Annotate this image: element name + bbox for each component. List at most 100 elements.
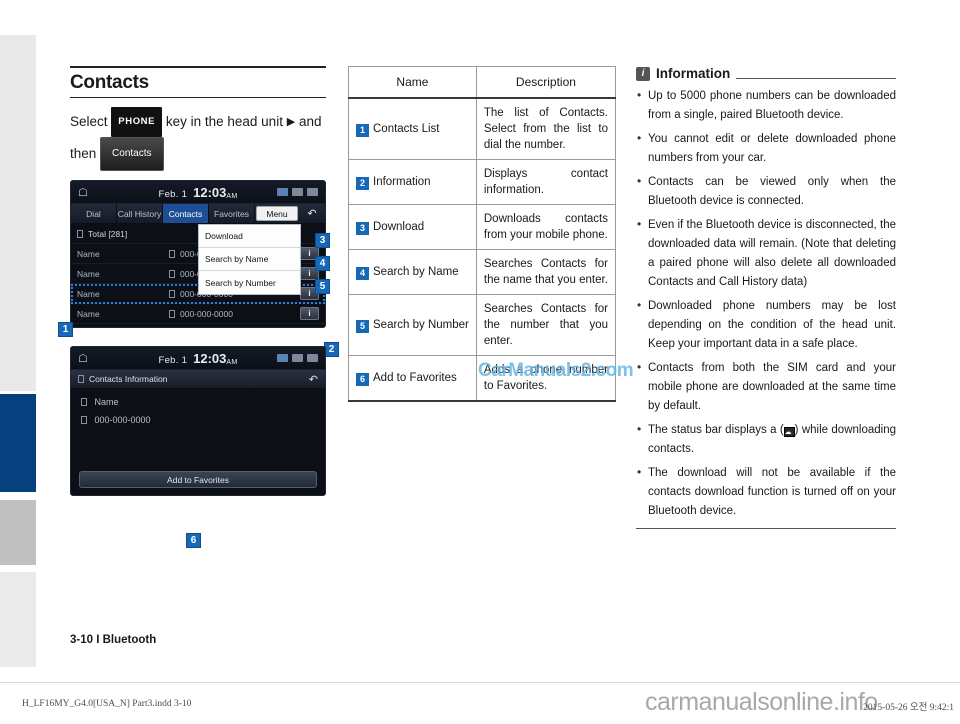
middle-column: Name Description 1 Contacts List The list… [348,66,617,402]
contact-info-title: Contacts Information [89,374,168,384]
phone-icon [169,269,175,278]
imprint-timestamp: 2015-05-26 오전 9:42:1 [863,703,954,713]
battery-icon [292,188,303,196]
table-row: 5 Search by Number Searches Contacts for … [348,294,617,356]
table-row: 4 Search by Name Searches Contacts for th… [348,249,617,295]
column-header-name: Name [348,66,477,99]
bluetooth-icon [277,354,288,362]
contact-info-button[interactable]: i [300,307,319,320]
watermark-bottom: carmanualsonline.info [645,688,878,716]
phone-icon [169,249,175,258]
callout-1: 1 [58,322,73,337]
phone-icon [169,309,175,318]
table-row: 3 Download Downloads contacts from your m… [348,204,617,250]
callout-badge: 6 [356,373,369,386]
row-name-cell: 5 Search by Number [348,294,477,356]
information-bullet-status-bar: The status bar displays a (☁) while down… [636,420,896,459]
status-icons [277,188,318,196]
status-ampm: AM [226,358,238,366]
controls-description-table: Name Description 1 Contacts List The list… [348,66,617,402]
row-description-cell: Searches Contacts for the number that yo… [475,294,617,356]
intro-after-arrow: and [298,114,322,129]
contact-row[interactable]: Name 000-000-0000 i [71,304,325,324]
signal-icon [307,354,318,362]
callout-badge: 5 [356,320,369,333]
rail-segment-bottom [0,572,36,667]
rail-segment-top [0,35,36,391]
right-column: i Information Up to 5000 phone numbers c… [636,66,896,529]
watermark-middle: CarManuals2.com [478,360,634,381]
information-bullet: Contacts can be viewed only when the Blu… [636,172,896,211]
callout-2: 2 [324,342,339,357]
status-date: Feb. 1 [158,354,188,366]
information-header: i Information [636,66,896,81]
callout-badge: 1 [356,124,369,137]
phone-icon [81,416,87,424]
callout-badge: 3 [356,222,369,235]
footer-divider [0,682,960,683]
table-row: 2 Information Displays contact informatio… [348,159,617,205]
contacts-dropdown-menu: Download Search by Name Search by Number [198,224,301,295]
tab-call-history[interactable]: Call History [117,204,163,223]
rail-segment-gray [0,500,36,565]
row-description-cell: Downloads contacts from your mobile phon… [475,204,617,250]
tab-favorites[interactable]: Favorites [209,204,255,223]
contact-name: Name [77,248,100,259]
phone-key-button[interactable]: PHONE [111,107,163,137]
information-bullet: Even if the Bluetooth device is disconne… [636,215,896,292]
info-icon: i [636,66,650,81]
information-title: Information [656,66,731,81]
intro-before: Select [70,114,108,129]
information-bullet: Downloaded phone numbers may be lost dep… [636,296,896,354]
status-bar: ☖ Feb. 1 12:03AM [71,347,325,370]
contacts-key-button[interactable]: Contacts [100,137,164,171]
contact-name: Name [77,308,100,319]
table-header-row: Name Description [348,66,617,99]
add-to-favorites-button[interactable]: Add to Favorites [79,471,317,488]
person-icon [81,398,87,406]
head-unit-screenshot-contact-info: ☖ Feb. 1 12:03AM Contacts Information ↶ [70,346,326,496]
contact-info-number: 000-000-0000 [71,407,325,425]
information-bullet: The download will not be available if th… [636,463,896,521]
menu-item-download[interactable]: Download [199,225,300,248]
information-bullet: Up to 5000 phone numbers can be download… [636,86,896,125]
contact-info-button[interactable]: i [300,327,319,328]
contact-row[interactable]: Name 000-000-0000 i [71,324,325,328]
list-icon [77,229,83,238]
back-icon[interactable]: ↶ [299,204,325,223]
information-header-rule [736,77,896,79]
callout-badge: 4 [356,267,369,280]
tab-contacts[interactable]: Contacts [163,204,209,223]
page-title: Contacts [70,72,149,93]
contact-info-header: Contacts Information ↶ [71,370,325,389]
tab-dial[interactable]: Dial [71,204,117,223]
contacts-total-label: Total [281] [88,228,128,239]
callout-3: 3 [315,233,330,248]
contact-name: Name [77,288,100,299]
play-arrow-icon: ▶ [286,116,296,128]
callout-4: 4 [315,256,330,271]
row-name-cell: 2 Information [348,159,477,205]
bluetooth-icon [277,188,288,196]
tab-menu[interactable]: Menu [256,206,298,221]
rail-segment-blue [0,394,36,492]
intro-then: then [70,146,97,161]
download-contacts-icon: ☁ [783,427,795,437]
heading-rule-top [70,66,326,68]
status-time: 12:03 [193,184,227,200]
left-column: Contacts Select PHONE key in the head un… [58,66,339,548]
information-bullet-list: Up to 5000 phone numbers can be download… [636,86,896,521]
page-folio: 3-10 I Bluetooth [70,634,157,646]
battery-icon [292,354,303,362]
contact-number: 000-000-0000 [169,309,300,319]
callout-6: 6 [186,533,201,548]
status-ampm: AM [226,192,238,200]
back-icon[interactable]: ↶ [309,373,318,386]
menu-item-search-by-number[interactable]: Search by Number [199,271,300,294]
row-description-cell: Displays contact information. [475,159,617,205]
callout-5: 5 [315,279,330,294]
row-name-cell: 4 Search by Name [348,249,477,295]
contact-info-name: Name [71,389,325,407]
callout-badge: 2 [356,177,369,190]
menu-item-search-by-name[interactable]: Search by Name [199,248,300,271]
